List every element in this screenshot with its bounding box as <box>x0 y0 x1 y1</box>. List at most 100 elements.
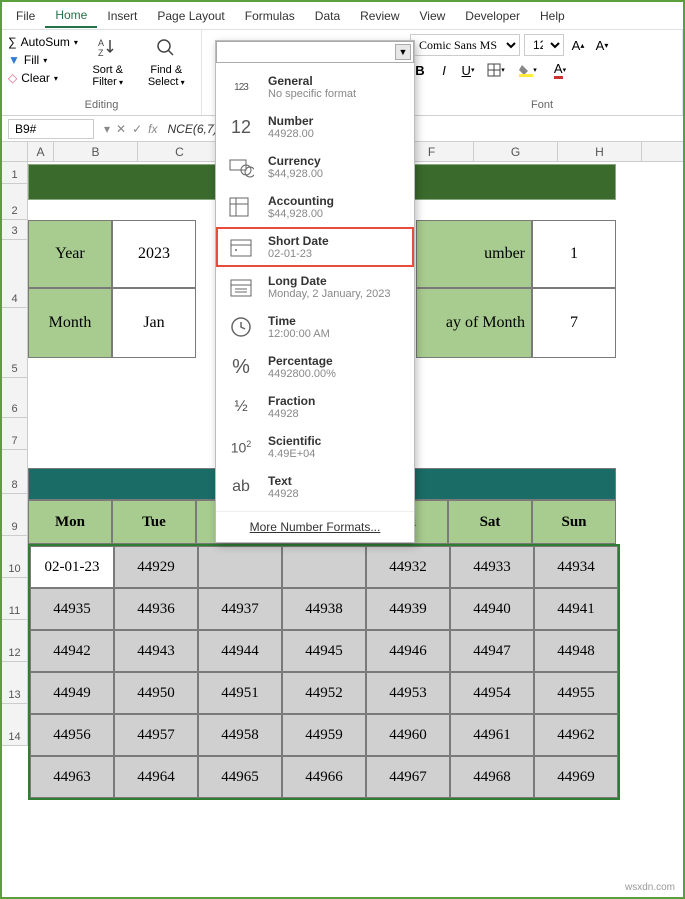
calendar-cell[interactable]: 44935 <box>30 588 114 630</box>
calendar-cell[interactable]: 44955 <box>534 672 618 714</box>
row-header[interactable]: 8 <box>2 450 28 494</box>
more-number-formats[interactable]: More Number Formats... <box>216 511 414 542</box>
col-header[interactable]: A <box>28 142 54 161</box>
font-name-select[interactable]: Comic Sans MS <box>410 34 520 56</box>
calendar-cell[interactable]: 44961 <box>450 714 534 756</box>
select-all-corner[interactable] <box>2 142 28 161</box>
row-header[interactable]: 7 <box>2 418 28 450</box>
menu-item-page-layout[interactable]: Page Layout <box>147 5 234 27</box>
calendar-cell[interactable]: 44962 <box>534 714 618 756</box>
calendar-cell[interactable]: 44969 <box>534 756 618 798</box>
calendar-cell[interactable]: 44965 <box>198 756 282 798</box>
font-size-select[interactable]: 12 <box>524 34 564 56</box>
row-header[interactable]: 10 <box>2 536 28 578</box>
month-label[interactable]: Month <box>28 288 112 358</box>
calendar-cell[interactable]: 44948 <box>534 630 618 672</box>
number-format-general[interactable]: 123GeneralNo specific format <box>216 67 414 107</box>
calendar-cell[interactable]: 44932 <box>366 546 450 588</box>
calendar-cell[interactable]: 44950 <box>114 672 198 714</box>
fx-dropdown-icon[interactable]: ▾ <box>104 122 110 136</box>
menu-item-review[interactable]: Review <box>350 5 409 27</box>
number-format-scientific[interactable]: 102Scientific4.49E+04 <box>216 427 414 467</box>
find-select-button[interactable]: Find & Select ▾ <box>138 34 195 88</box>
lastday-value[interactable]: 7 <box>532 288 616 358</box>
calendar-cell[interactable]: 44937 <box>198 588 282 630</box>
calendar-cell[interactable]: 44951 <box>198 672 282 714</box>
row-header[interactable]: 4 <box>2 240 28 308</box>
clear-button[interactable]: ◇Clear▾ <box>8 70 78 86</box>
name-box[interactable] <box>8 119 94 139</box>
menu-item-formulas[interactable]: Formulas <box>235 5 305 27</box>
calendar-cell[interactable]: 44942 <box>30 630 114 672</box>
calendar-cell[interactable]: 44960 <box>366 714 450 756</box>
autosum-button[interactable]: ∑AutoSum▾ <box>8 34 78 50</box>
calendar-cell[interactable]: 44967 <box>366 756 450 798</box>
calendar-cell[interactable]: 44936 <box>114 588 198 630</box>
calendar-cell[interactable]: 44943 <box>114 630 198 672</box>
menu-item-help[interactable]: Help <box>530 5 575 27</box>
calendar-cell[interactable]: 44966 <box>282 756 366 798</box>
menu-item-home[interactable]: Home <box>45 4 97 28</box>
row-header[interactable]: 1 <box>2 162 28 184</box>
number-format-long-date[interactable]: Long DateMonday, 2 January, 2023 <box>216 267 414 307</box>
cancel-icon[interactable]: ✕ <box>116 122 126 136</box>
number-format-accounting[interactable]: Accounting$44,928.00 <box>216 187 414 227</box>
col-header[interactable]: B <box>54 142 138 161</box>
col-header[interactable]: H <box>558 142 642 161</box>
enter-icon[interactable]: ✓ <box>132 122 142 136</box>
borders-button[interactable]: ▾ <box>482 60 510 80</box>
day-header[interactable]: Sun <box>532 500 616 544</box>
row-header[interactable]: 11 <box>2 578 28 620</box>
calendar-cell[interactable]: 44940 <box>450 588 534 630</box>
fill-button[interactable]: ▼Fill▾ <box>8 52 78 68</box>
col-header[interactable]: G <box>474 142 558 161</box>
row-header[interactable]: 2 <box>2 184 28 220</box>
underline-button[interactable]: U▾ <box>458 60 478 80</box>
calendar-cell[interactable]: 44929 <box>114 546 198 588</box>
increase-font-button[interactable]: A▴ <box>568 35 588 55</box>
calendar-cell[interactable] <box>198 546 282 588</box>
year-value[interactable]: 2023 <box>112 220 196 288</box>
calendar-cell[interactable]: 44963 <box>30 756 114 798</box>
menu-item-developer[interactable]: Developer <box>455 5 530 27</box>
number-format-trigger[interactable]: ▼ <box>216 41 414 63</box>
calendar-cell[interactable]: 44959 <box>282 714 366 756</box>
fx-icon[interactable]: fx <box>148 122 157 136</box>
menu-item-insert[interactable]: Insert <box>97 5 147 27</box>
lastday-label[interactable]: ay of Month <box>416 288 532 358</box>
calendar-cell[interactable]: 44934 <box>534 546 618 588</box>
year-label[interactable]: Year <box>28 220 112 288</box>
calendar-cell[interactable]: 44939 <box>366 588 450 630</box>
calendar-cell[interactable]: 44952 <box>282 672 366 714</box>
row-header[interactable]: 9 <box>2 494 28 536</box>
calendar-cell[interactable]: 44949 <box>30 672 114 714</box>
menu-item-file[interactable]: File <box>6 5 45 27</box>
fill-color-button[interactable]: ▾ <box>514 60 542 80</box>
menu-item-view[interactable]: View <box>410 5 456 27</box>
font-color-button[interactable]: A▾ <box>546 60 574 80</box>
calendar-cell[interactable]: 44938 <box>282 588 366 630</box>
number-value[interactable]: 1 <box>532 220 616 288</box>
calendar-cell[interactable]: 44956 <box>30 714 114 756</box>
row-header[interactable]: 14 <box>2 704 28 746</box>
day-header[interactable]: Sat <box>448 500 532 544</box>
number-format-text[interactable]: abText44928 <box>216 467 414 507</box>
calendar-cell[interactable]: 44953 <box>366 672 450 714</box>
row-header[interactable]: 12 <box>2 620 28 662</box>
calendar-cell[interactable]: 44968 <box>450 756 534 798</box>
month-value[interactable]: Jan <box>112 288 196 358</box>
number-format-currency[interactable]: Currency$44,928.00 <box>216 147 414 187</box>
number-format-number[interactable]: 12Number44928.00 <box>216 107 414 147</box>
number-format-time[interactable]: Time12:00:00 AM <box>216 307 414 347</box>
row-header[interactable]: 5 <box>2 308 28 378</box>
row-header[interactable]: 3 <box>2 220 28 240</box>
calendar-cell[interactable] <box>282 546 366 588</box>
calendar-cell[interactable]: 44947 <box>450 630 534 672</box>
day-header[interactable]: Tue <box>112 500 196 544</box>
calendar-cell[interactable]: 44945 <box>282 630 366 672</box>
number-label[interactable]: umber <box>416 220 532 288</box>
col-header[interactable]: C <box>138 142 222 161</box>
number-format-percentage[interactable]: %Percentage4492800.00% <box>216 347 414 387</box>
row-header[interactable]: 13 <box>2 662 28 704</box>
row-header[interactable]: 6 <box>2 378 28 418</box>
